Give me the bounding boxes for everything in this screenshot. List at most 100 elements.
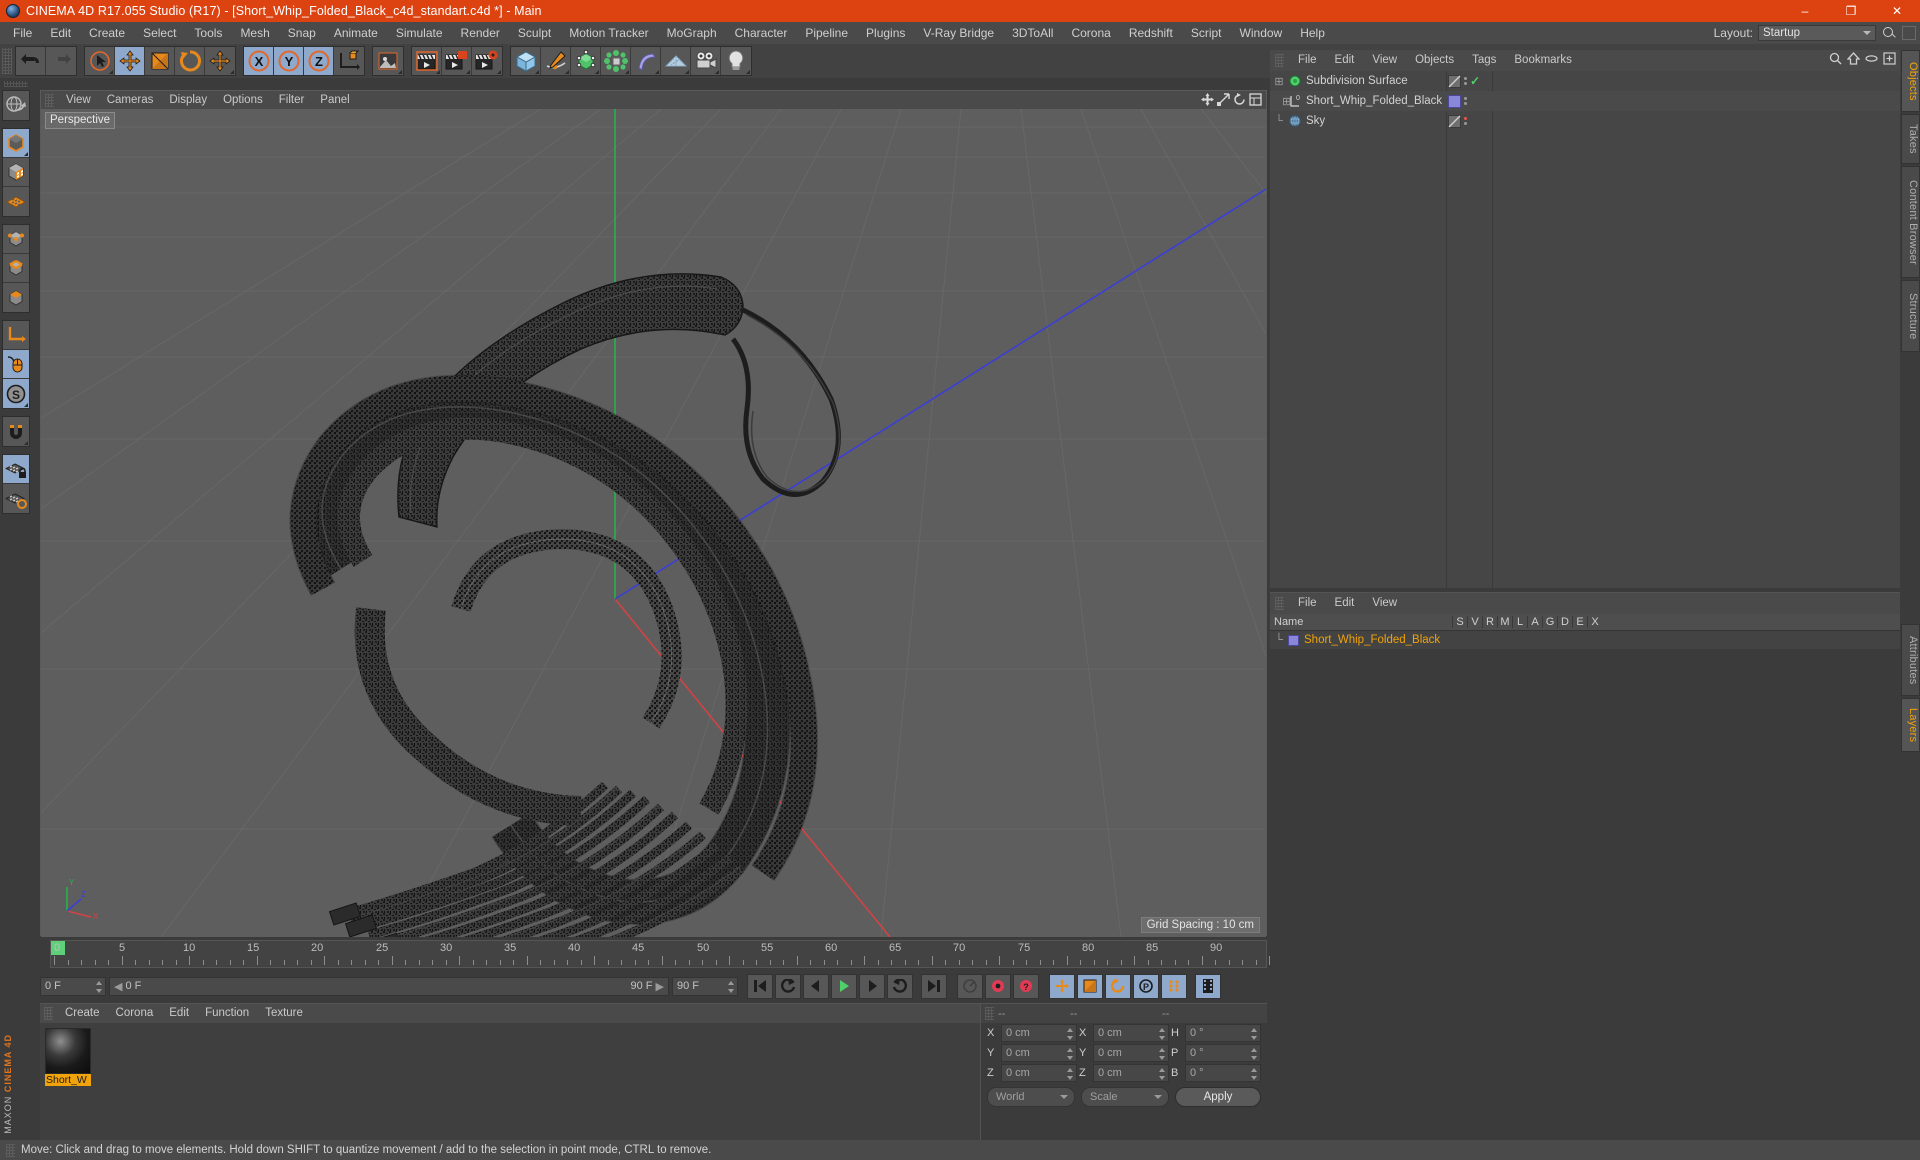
vtab-structure[interactable]: Structure bbox=[1901, 280, 1920, 352]
display-tag-icon[interactable] bbox=[1448, 114, 1461, 128]
menu-mograph[interactable]: MoGraph bbox=[658, 22, 726, 44]
coord-field-pos-y[interactable]: 0 cm bbox=[1001, 1044, 1077, 1062]
coordinates-grip[interactable] bbox=[985, 1007, 994, 1020]
viewport-menu-display[interactable]: Display bbox=[161, 91, 215, 109]
model-mode-button[interactable] bbox=[3, 158, 29, 187]
menu-script[interactable]: Script bbox=[1182, 22, 1231, 44]
mouse-snap-button[interactable] bbox=[3, 350, 29, 379]
menu-create[interactable]: Create bbox=[80, 22, 134, 44]
x-axis-button[interactable]: X bbox=[244, 47, 274, 75]
material-menu-corona[interactable]: Corona bbox=[108, 1004, 162, 1023]
om-menu-tags[interactable]: Tags bbox=[1463, 50, 1505, 71]
object-row-sky[interactable]: └ Sky bbox=[1270, 111, 1900, 131]
coord-field-pos-x[interactable]: 0 cm bbox=[1001, 1024, 1077, 1042]
range-start-arrow[interactable]: ◀ bbox=[114, 980, 122, 993]
key-parameter-button[interactable]: P bbox=[1133, 973, 1159, 999]
scale-tool-button[interactable] bbox=[145, 47, 175, 75]
camera-button[interactable] bbox=[691, 47, 721, 75]
expand-toggle-icon[interactable]: ⊞ bbox=[1270, 95, 1291, 108]
spinner-icon[interactable] bbox=[1251, 1028, 1258, 1040]
search-icon[interactable] bbox=[1881, 25, 1897, 41]
scale-view-icon[interactable] bbox=[1217, 93, 1230, 106]
layer-col-a[interactable]: A bbox=[1527, 616, 1542, 628]
vtab-content-browser[interactable]: Content Browser bbox=[1901, 166, 1920, 278]
timeline-ruler[interactable]: 0 5 10 15 20 25 30 35 40 45 50 55 60 65 … bbox=[50, 940, 1270, 968]
menu-character[interactable]: Character bbox=[726, 22, 797, 44]
current-frame-field[interactable]: 0 F bbox=[40, 976, 106, 996]
layer-col-r[interactable]: R bbox=[1482, 616, 1497, 628]
polygons-mode-button[interactable] bbox=[3, 283, 29, 312]
coord-field-rot-h[interactable]: 0 ° bbox=[1185, 1024, 1261, 1042]
undo-button[interactable] bbox=[16, 47, 46, 75]
spinner-icon[interactable] bbox=[1067, 1028, 1074, 1040]
spinner-icon[interactable] bbox=[1067, 1048, 1074, 1060]
expand-icon[interactable] bbox=[1883, 52, 1896, 65]
menu-sculpt[interactable]: Sculpt bbox=[509, 22, 560, 44]
menu-select[interactable]: Select bbox=[134, 22, 185, 44]
layer-col-d[interactable]: D bbox=[1557, 616, 1572, 628]
maximize-button[interactable]: ❐ bbox=[1828, 0, 1874, 22]
material-tag-icon[interactable] bbox=[1448, 94, 1461, 108]
free-move-button[interactable] bbox=[205, 47, 235, 75]
play-previous-key-button[interactable] bbox=[775, 973, 801, 999]
coord-field-size-y[interactable]: 0 cm bbox=[1093, 1044, 1169, 1062]
menu-redshift[interactable]: Redshift bbox=[1120, 22, 1182, 44]
menu-render[interactable]: Render bbox=[452, 22, 509, 44]
go-to-start-button[interactable] bbox=[747, 973, 773, 999]
search-icon[interactable] bbox=[1829, 52, 1842, 65]
key-position-button[interactable] bbox=[1049, 973, 1075, 999]
live-selection-button[interactable] bbox=[85, 47, 115, 75]
go-to-end-button[interactable] bbox=[921, 973, 947, 999]
edges-mode-button[interactable] bbox=[3, 254, 29, 283]
lm-menu-file[interactable]: File bbox=[1289, 593, 1326, 614]
material-menu-create[interactable]: Create bbox=[57, 1004, 108, 1023]
display-tag-icon[interactable] bbox=[1448, 74, 1461, 88]
rotate-view-icon[interactable] bbox=[1233, 93, 1246, 106]
object-manager-tree[interactable]: ⊞ Subdivision Surface ✓ ⊞ 0 Short_Whip_F… bbox=[1270, 71, 1900, 588]
om-menu-file[interactable]: File bbox=[1289, 50, 1326, 71]
menu-motion-tracker[interactable]: Motion Tracker bbox=[560, 22, 657, 44]
autokeying-button[interactable]: ? bbox=[1013, 973, 1039, 999]
array-button[interactable] bbox=[601, 47, 631, 75]
move-tool-button[interactable] bbox=[115, 47, 145, 75]
add-cube-button[interactable] bbox=[511, 47, 541, 75]
menu-window[interactable]: Window bbox=[1231, 22, 1292, 44]
spinner-icon[interactable] bbox=[728, 980, 735, 993]
menu-file[interactable]: File bbox=[4, 22, 41, 44]
vtab-takes[interactable]: Takes bbox=[1901, 114, 1920, 164]
status-bar-grip[interactable] bbox=[6, 1143, 15, 1157]
viewport-menu-filter[interactable]: Filter bbox=[271, 91, 313, 109]
editable-object-button[interactable] bbox=[3, 129, 29, 158]
layer-col-v[interactable]: V bbox=[1467, 616, 1482, 628]
layout-window-icon[interactable] bbox=[1902, 26, 1916, 40]
y-axis-button[interactable]: Y bbox=[274, 47, 304, 75]
redo-button[interactable] bbox=[46, 47, 76, 75]
layer-col-x[interactable]: X bbox=[1587, 616, 1602, 628]
om-menu-objects[interactable]: Objects bbox=[1406, 50, 1463, 71]
light-button[interactable] bbox=[721, 47, 751, 75]
spinner-icon[interactable] bbox=[96, 980, 103, 993]
menu-simulate[interactable]: Simulate bbox=[387, 22, 452, 44]
axis-modify-button[interactable] bbox=[3, 321, 29, 350]
menu-animate[interactable]: Animate bbox=[325, 22, 387, 44]
coord-field-size-x[interactable]: 0 cm bbox=[1093, 1024, 1169, 1042]
layout-dropdown[interactable]: Startup bbox=[1758, 25, 1876, 41]
key-scale-button[interactable] bbox=[1077, 973, 1103, 999]
preview-end-field[interactable]: 90 F bbox=[672, 976, 738, 996]
spinner-icon[interactable] bbox=[1251, 1068, 1258, 1080]
lock-grid-button[interactable] bbox=[3, 455, 29, 484]
menu-edit[interactable]: Edit bbox=[41, 22, 80, 44]
object-manager-gr1p[interactable] bbox=[1275, 54, 1284, 67]
key-rotation-button[interactable] bbox=[1105, 973, 1131, 999]
object-row-subdivision-surface[interactable]: ⊞ Subdivision Surface ✓ bbox=[1270, 71, 1900, 91]
spinner-icon[interactable] bbox=[1159, 1068, 1166, 1080]
material-menu-grip[interactable] bbox=[44, 1007, 53, 1020]
timeline-range-field[interactable]: ◀ 0 F 90 F ▶ bbox=[109, 976, 669, 996]
vtab-objects[interactable]: Objects bbox=[1901, 50, 1920, 112]
z-axis-button[interactable]: Z bbox=[304, 47, 334, 75]
points-mode-button[interactable] bbox=[3, 225, 29, 254]
viewport-perspective-label[interactable]: Perspective bbox=[45, 112, 116, 129]
viewport-3d-scene[interactable]: Perspective Grid Spacing : 10 cm Y X Z bbox=[41, 109, 1266, 937]
coordinate-mode-dropdown[interactable]: Scale bbox=[1081, 1087, 1169, 1107]
maximize-view-icon[interactable] bbox=[1249, 93, 1262, 106]
